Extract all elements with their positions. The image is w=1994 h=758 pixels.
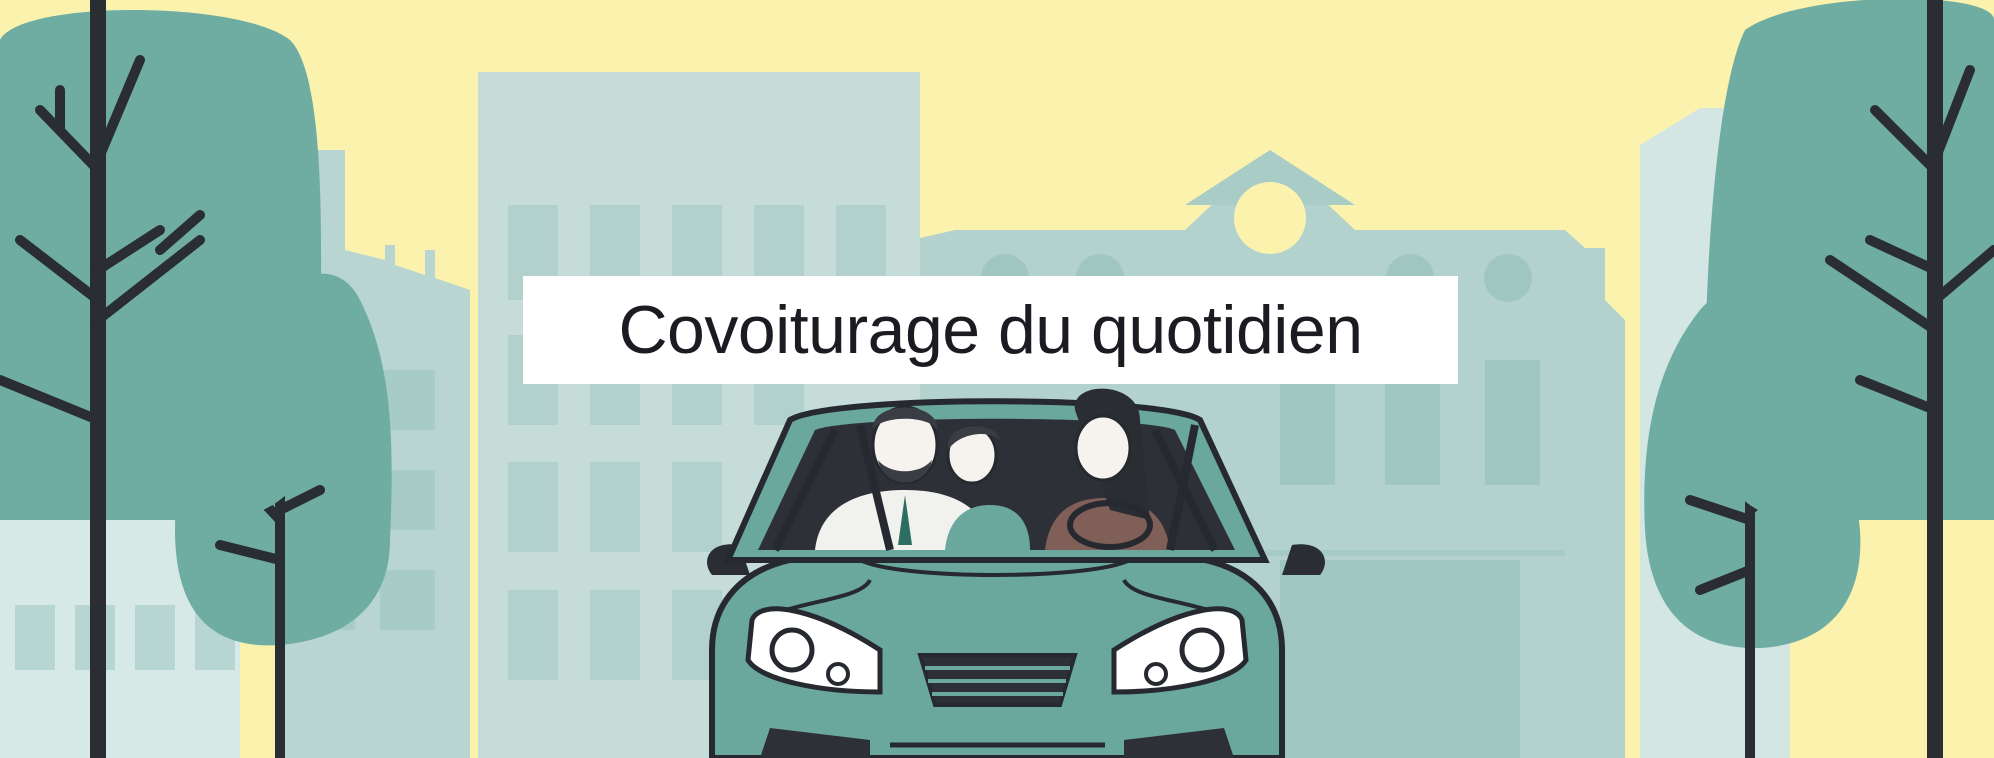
page-title: Covoiturage du quotidien — [618, 292, 1363, 368]
banner-illustration: Covoiturage du quotidien — [0, 0, 1994, 758]
grille — [917, 653, 1078, 707]
title-banner: Covoiturage du quotidien — [523, 276, 1458, 384]
